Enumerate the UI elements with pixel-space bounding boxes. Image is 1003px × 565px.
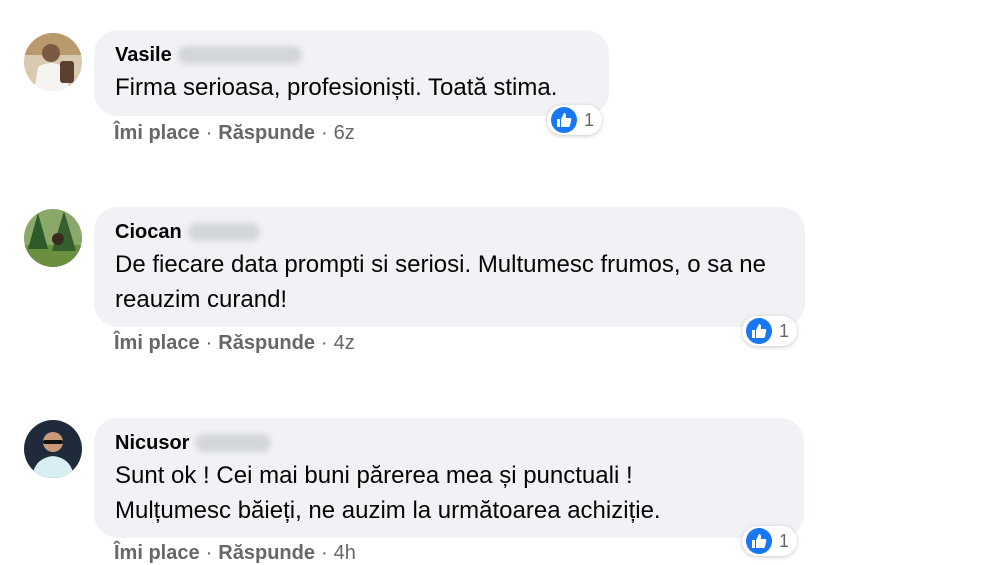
like-link[interactable]: Îmi place	[114, 542, 200, 565]
comment-text: De fiecare data prompti si seriosi. Mult…	[115, 251, 766, 313]
reaction-summary[interactable]: 1	[547, 105, 603, 135]
redacted-surname	[187, 223, 260, 241]
separator: ·	[320, 122, 328, 144]
separator: ·	[320, 332, 328, 354]
like-link[interactable]: Îmi place	[114, 122, 200, 145]
avatar[interactable]	[24, 209, 82, 267]
reaction-summary[interactable]: 1	[742, 316, 798, 346]
like-reaction-icon	[746, 528, 772, 554]
comment-timestamp[interactable]: 4z	[334, 332, 355, 355]
reaction-count: 1	[584, 109, 595, 130]
comment-text: Sunt ok ! Cei mai buni părerea mea și pu…	[115, 462, 661, 524]
comment-author[interactable]: Vasile	[115, 44, 172, 67]
like-link[interactable]: Îmi place	[114, 332, 200, 355]
reaction-summary[interactable]: 1	[742, 526, 798, 556]
comment-timestamp[interactable]: 6z	[334, 122, 355, 145]
reply-link[interactable]: Răspunde	[218, 542, 315, 565]
comment-author[interactable]: Nicusor	[115, 432, 189, 455]
comment-timestamp[interactable]: 4h	[334, 542, 356, 565]
comment-bubble: Ciocan De fiecare data prompti si serios…	[94, 207, 805, 327]
comment-actions: Îmi place · Răspunde · 4z	[114, 332, 355, 355]
separator: ·	[205, 122, 213, 144]
reply-link[interactable]: Răspunde	[218, 122, 315, 145]
separator: ·	[205, 332, 213, 354]
separator: ·	[320, 542, 328, 564]
avatar[interactable]	[24, 33, 82, 91]
comment-author[interactable]: Ciocan	[115, 221, 182, 244]
comment-actions: Îmi place · Răspunde · 4h	[114, 542, 356, 565]
comment-bubble: Vasile Firma serioasa, profesioniști. To…	[94, 30, 609, 116]
redacted-surname	[177, 46, 302, 64]
avatar[interactable]	[24, 420, 82, 478]
separator: ·	[205, 542, 213, 564]
comment-bubble: Nicusor Sunt ok ! Cei mai buni părerea m…	[94, 418, 804, 538]
reply-link[interactable]: Răspunde	[218, 332, 315, 355]
reaction-count: 1	[779, 320, 790, 341]
redacted-surname	[195, 434, 272, 452]
reaction-count: 1	[779, 530, 790, 551]
like-reaction-icon	[551, 107, 577, 133]
like-reaction-icon	[746, 318, 772, 344]
comment-actions: Îmi place · Răspunde · 6z	[114, 122, 355, 145]
comment-text: Firma serioasa, profesioniști. Toată sti…	[115, 74, 558, 101]
